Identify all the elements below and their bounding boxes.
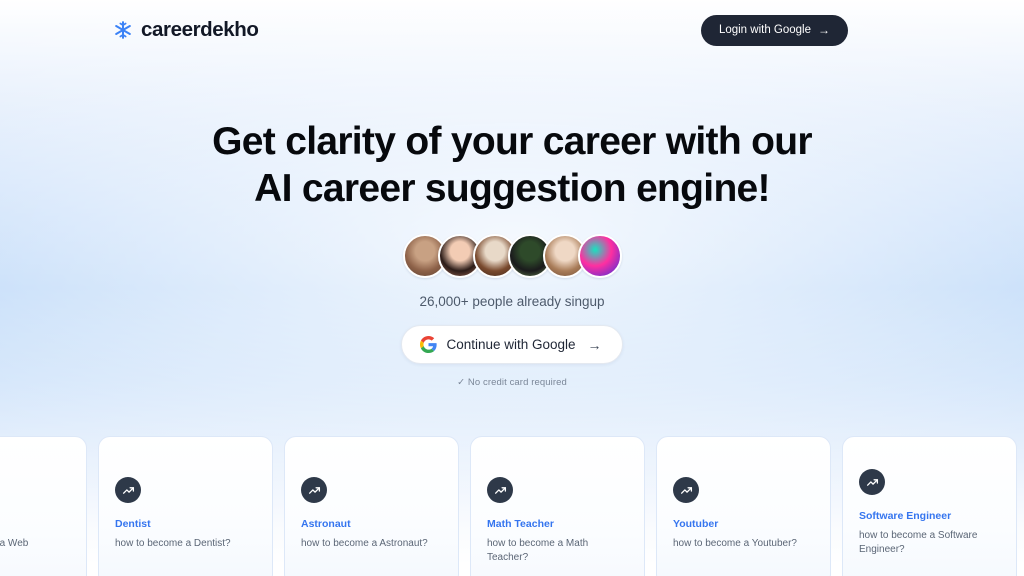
brand-name: careerdekho <box>141 18 259 41</box>
no-credit-card-note: ✓ No credit card required <box>457 377 567 388</box>
trending-up-icon <box>673 477 699 503</box>
arrow-right-icon: → <box>818 22 830 37</box>
page-title: Get clarity of your career with our AI c… <box>212 118 812 212</box>
career-card-subtitle: how to become a Web Designer? <box>0 538 29 549</box>
career-card-subtitle: how to become a Astronaut? <box>301 538 428 549</box>
hero-section: Get clarity of your career with our AI c… <box>0 118 1024 388</box>
headline-line-2: AI career suggestion engine! <box>254 167 770 210</box>
career-card[interactable]: Dentist how to become a Dentist? <box>98 436 273 576</box>
continue-with-google-button[interactable]: Continue with Google → <box>401 325 623 364</box>
site-header: careerdekho Login with Google → <box>0 0 1024 60</box>
career-card-title: Astronaut <box>301 518 351 530</box>
signup-count-text: 26,000+ people already singup <box>419 294 605 309</box>
career-card-title: Web Designer <box>0 517 70 531</box>
landing-page: careerdekho Login with Google → Get clar… <box>0 0 1024 576</box>
career-card-title: Math Teacher <box>487 518 554 530</box>
login-with-google-button[interactable]: Login with Google → <box>700 14 848 46</box>
career-card[interactable]: Youtuber how to become a Youtuber? <box>656 436 831 576</box>
career-card[interactable]: Math Teacher how to become a Math Teacher… <box>470 436 645 576</box>
career-card-subtitle: how to become a Youtuber? <box>673 538 797 549</box>
career-card[interactable]: Web Designer how to become a Web Designer… <box>0 436 87 576</box>
career-card-subtitle: how to become a Math Teacher? <box>487 538 589 563</box>
snowflake-icon <box>115 21 131 39</box>
career-card-subtitle: how to become a Dentist? <box>115 538 231 549</box>
trending-up-icon <box>487 477 513 503</box>
career-card-list: Web Designer how to become a Web Designer… <box>0 436 1024 576</box>
avatar <box>577 234 622 278</box>
trending-up-icon <box>301 477 327 503</box>
career-card[interactable]: Software Engineer how to become a Softwar… <box>842 436 1017 576</box>
arrow-right-icon: → <box>587 336 602 353</box>
trending-up-icon <box>115 477 141 503</box>
brand-logo[interactable]: careerdekho <box>113 18 259 42</box>
avatar-group <box>402 233 622 279</box>
login-button-label: Login with Google <box>718 23 811 36</box>
headline-line-1: Get clarity of your career with our <box>212 120 812 163</box>
career-card-title: Software Engineer <box>859 510 952 522</box>
career-card-subtitle: how to become a Software Engineer? <box>859 530 978 555</box>
career-card-title: Dentist <box>115 518 151 530</box>
google-button-label: Continue with Google <box>446 337 576 352</box>
google-g-icon <box>420 336 438 353</box>
trending-up-icon <box>859 469 885 495</box>
career-card-title: Youtuber <box>673 518 719 530</box>
career-card[interactable]: Astronaut how to become a Astronaut? <box>284 436 459 576</box>
